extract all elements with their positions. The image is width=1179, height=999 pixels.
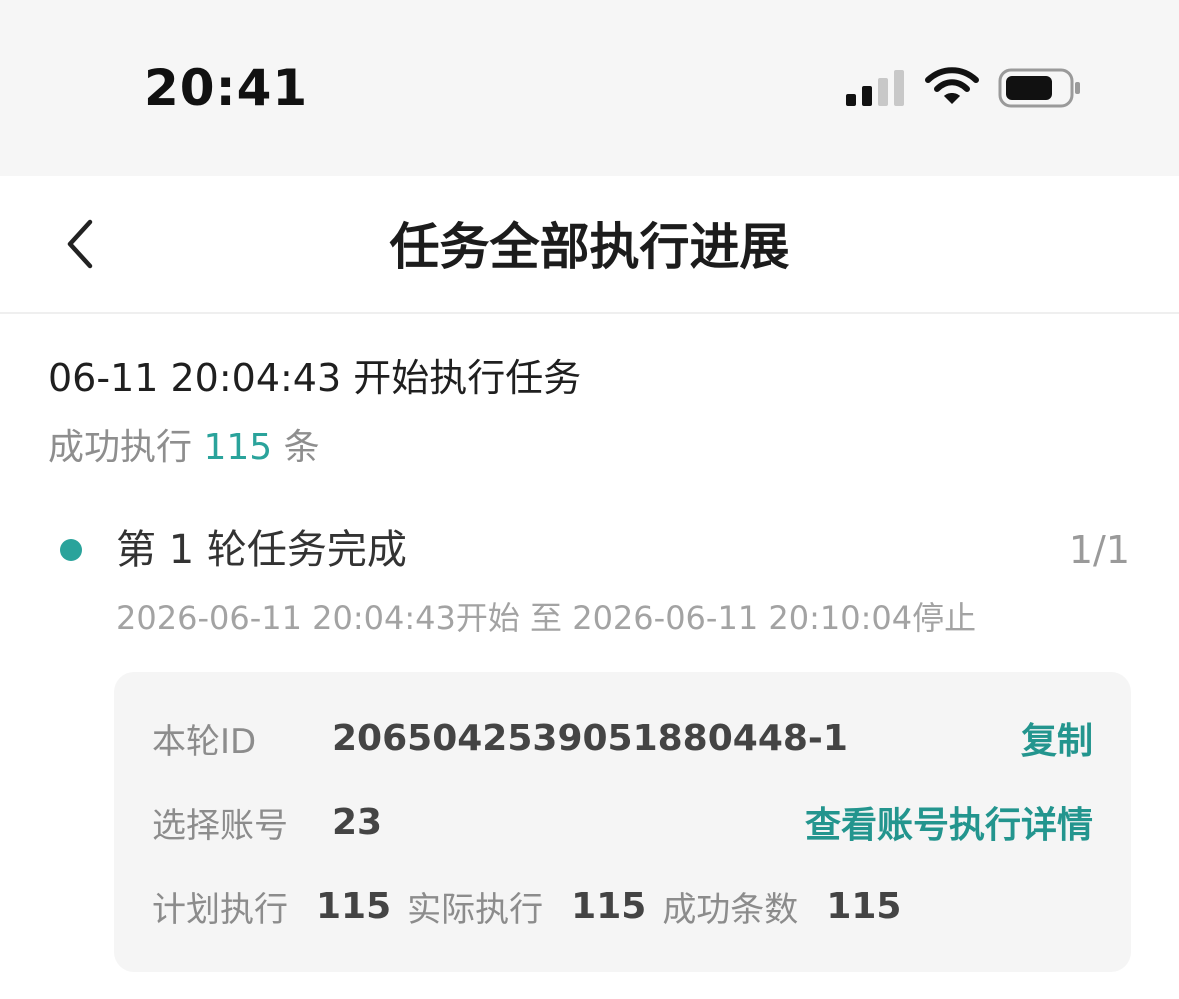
view-account-detail-link[interactable]: 查看账号执行详情 <box>805 796 1093 848</box>
round-id-label: 本轮ID <box>152 721 257 762</box>
summary-suffix: 条 <box>283 427 320 468</box>
summary-count: 115 <box>203 427 273 468</box>
task-summary: 成功执行 115 条 <box>48 420 320 476</box>
round-id-value: 2065042539051880448-1 <box>332 717 848 759</box>
account-value: 23 <box>332 801 383 843</box>
planned-label: 计划执行 <box>152 889 288 930</box>
battery-icon <box>998 68 1080 108</box>
success-value: 115 <box>826 885 902 927</box>
success-label: 成功条数 <box>662 889 799 930</box>
execution-stats-row: 计划执行 115 实际执行 115 成功条数 115 <box>152 876 1093 936</box>
round-id-row: 本轮ID 2065042539051880448-1 复制 <box>152 708 1093 768</box>
actual-label: 实际执行 <box>407 889 544 930</box>
round-time-range: 2026-06-11 20:04:43开始 至 2026-06-11 20:10… <box>116 599 977 637</box>
round-title: 第 1 轮任务完成 <box>116 527 407 573</box>
wifi-icon <box>925 67 979 104</box>
status-bar: 20:41 <box>0 0 1179 176</box>
account-label: 选择账号 <box>152 805 288 846</box>
summary-prefix: 成功执行 <box>48 427 193 468</box>
status-dot-icon <box>60 539 82 561</box>
page-title: 任务全部执行进展 <box>389 218 790 276</box>
copy-button[interactable]: 复制 <box>1021 712 1093 764</box>
actual-value: 115 <box>571 885 647 927</box>
round-count: 1/1 <box>1068 528 1130 572</box>
account-row: 选择账号 23 查看账号执行详情 <box>152 792 1093 852</box>
planned-value: 115 <box>316 885 392 927</box>
cellular-signal-icon <box>846 70 904 106</box>
nav-bar: 任务全部执行进展 <box>0 176 1179 314</box>
round-detail-card: 本轮ID 2065042539051880448-1 复制 选择账号 23 查看… <box>114 672 1131 972</box>
status-time: 20:41 <box>144 59 309 117</box>
task-start-text: 06-11 20:04:43 开始执行任务 <box>48 356 582 400</box>
